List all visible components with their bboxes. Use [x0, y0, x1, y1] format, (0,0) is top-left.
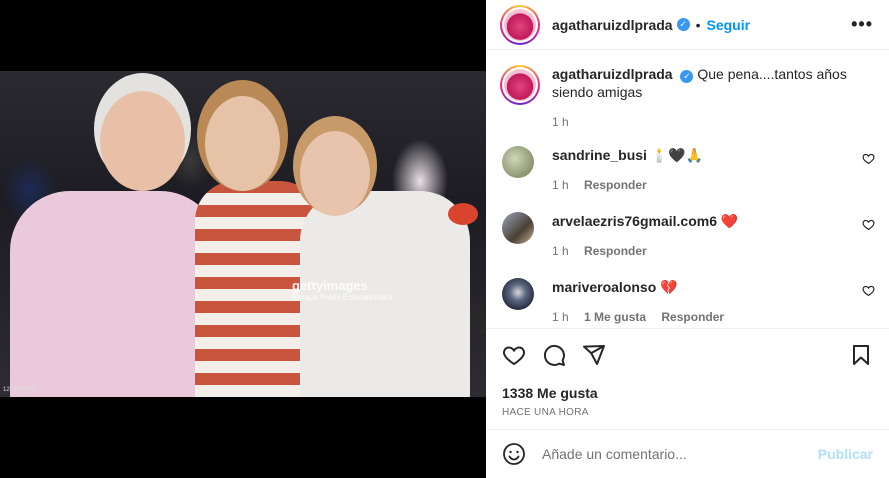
likes-count[interactable]: 1338 Me gusta: [502, 385, 873, 401]
bookmark-icon[interactable]: [849, 343, 873, 367]
comment-time[interactable]: 1 h: [552, 310, 569, 324]
comment-text: ❤️: [720, 213, 739, 229]
comment-item: mariveroalonso 💔 1 h 1 Me gusta Responde…: [500, 278, 875, 326]
comment-item: arvelaezris76gmail.com6 ❤️ 1 h Responder: [500, 212, 875, 260]
comment-icon[interactable]: [542, 343, 566, 367]
microphone: [448, 203, 478, 225]
post-actions: 1338 Me gusta HACE UNA HORA: [486, 328, 889, 428]
comment-text: 💔: [660, 279, 678, 295]
action-bar: [502, 343, 873, 367]
reply-button[interactable]: Responder: [584, 178, 647, 192]
more-options-icon[interactable]: •••: [851, 14, 873, 35]
add-comment-bar: Publicar: [486, 429, 889, 478]
watermark-credit: Europa Press Entertainment: [292, 293, 393, 302]
separator-dot: •: [695, 16, 701, 33]
post-media: gettyimages Europa Press Entertainment 1…: [0, 0, 486, 478]
verified-icon: ✓: [676, 18, 690, 31]
avatar-image: [504, 8, 536, 41]
photo-watermark: gettyimages Europa Press Entertainment: [292, 278, 393, 302]
photo-figure: [100, 91, 185, 191]
commenter-avatar[interactable]: [502, 212, 534, 244]
comment-text: 🕯️🖤🙏: [650, 147, 704, 163]
comment-body: sandrine_busi 🕯️🖤🙏 1 h Responder: [552, 146, 703, 194]
commenter-avatar[interactable]: [502, 278, 534, 310]
post-time[interactable]: HACE UNA HORA: [502, 407, 873, 418]
avatar-image: [504, 69, 536, 101]
like-comment-icon[interactable]: [862, 152, 875, 165]
post-caption: agatharuizdlprada ✓ Que pena....tantos a…: [500, 65, 873, 131]
post-side-panel: agatharuizdlprada ✓ • Seguir ••• agathar…: [486, 0, 889, 478]
verified-icon: ✓: [680, 69, 694, 83]
caption-text: agatharuizdlprada ✓ Que pena....tantos a…: [552, 65, 852, 131]
post-header: agatharuizdlprada ✓ • Seguir •••: [486, 0, 889, 50]
comment-body: arvelaezris76gmail.com6 ❤️ 1 h Responder: [552, 212, 738, 260]
comment-time[interactable]: 1 h: [552, 244, 569, 258]
like-comment-icon[interactable]: [862, 218, 875, 231]
author-username[interactable]: agatharuizdlprada: [552, 17, 673, 33]
photo-figure: [205, 96, 280, 191]
comment-item: sandrine_busi 🕯️🖤🙏 1 h Responder: [500, 146, 875, 194]
comment-time[interactable]: 1 h: [552, 178, 569, 192]
post-photo[interactable]: gettyimages Europa Press Entertainment 1…: [0, 71, 486, 397]
caption-time[interactable]: 1 h: [552, 115, 569, 129]
reply-button[interactable]: Responder: [661, 310, 724, 324]
like-comment-icon[interactable]: [862, 284, 875, 297]
follow-button[interactable]: Seguir: [707, 17, 751, 33]
photo-figure: [10, 191, 220, 397]
comment-body: mariveroalonso 💔 1 h 1 Me gusta Responde…: [552, 278, 736, 326]
heart-icon[interactable]: [502, 343, 526, 367]
send-icon[interactable]: [582, 343, 606, 367]
commenter-avatar[interactable]: [502, 146, 534, 178]
photo-id: 1203206660: [3, 387, 37, 393]
photo-figure: [300, 131, 370, 216]
watermark-brand: gettyimages: [292, 278, 368, 293]
caption-username[interactable]: agatharuizdlprada: [552, 66, 673, 82]
publish-button[interactable]: Publicar: [818, 446, 873, 462]
commenter-username[interactable]: arvelaezris76gmail.com6: [552, 213, 717, 229]
reply-button[interactable]: Responder: [584, 244, 647, 258]
caption-avatar[interactable]: [500, 65, 540, 105]
smiley-icon[interactable]: [502, 442, 526, 466]
comment-likes[interactable]: 1 Me gusta: [584, 310, 646, 324]
comment-input[interactable]: [542, 446, 818, 462]
author-avatar[interactable]: [500, 4, 540, 45]
commenter-username[interactable]: sandrine_busi: [552, 147, 647, 163]
commenter-username[interactable]: mariveroalonso: [552, 279, 656, 295]
